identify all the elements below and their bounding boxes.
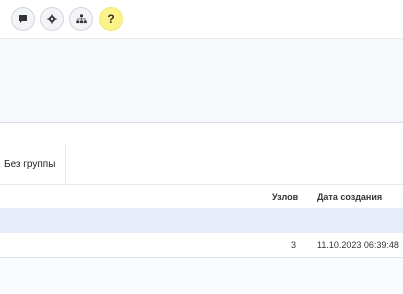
group-tabs: Без группы xyxy=(0,144,403,185)
chat-button[interactable] xyxy=(11,7,35,31)
cell-created: 11.10.2023 06:39:48 xyxy=(317,240,399,250)
content-header-area xyxy=(0,39,403,122)
hierarchy-button[interactable] xyxy=(69,7,93,31)
column-header-nodes[interactable]: Узлов xyxy=(272,192,298,202)
hierarchy-icon xyxy=(75,14,87,24)
gear-icon xyxy=(47,14,57,24)
filter-strip xyxy=(0,122,403,145)
chat-icon xyxy=(19,15,27,23)
top-toolbar: ? xyxy=(0,0,403,39)
selected-table-row[interactable] xyxy=(0,208,403,233)
help-button[interactable]: ? xyxy=(99,7,123,31)
tab-no-group[interactable]: Без группы xyxy=(0,144,66,184)
table-row[interactable]: 3 11.10.2023 06:39:48 xyxy=(0,233,403,258)
help-icon: ? xyxy=(107,12,115,26)
app-window: ? Без группы Узлов Дата создания 3 11.10… xyxy=(0,0,403,294)
settings-button[interactable] xyxy=(40,7,64,31)
cell-nodes: 3 xyxy=(290,240,296,250)
tab-label: Без группы xyxy=(4,158,56,170)
column-header-created[interactable]: Дата создания xyxy=(317,192,382,202)
table-header: Узлов Дата создания xyxy=(0,185,403,208)
